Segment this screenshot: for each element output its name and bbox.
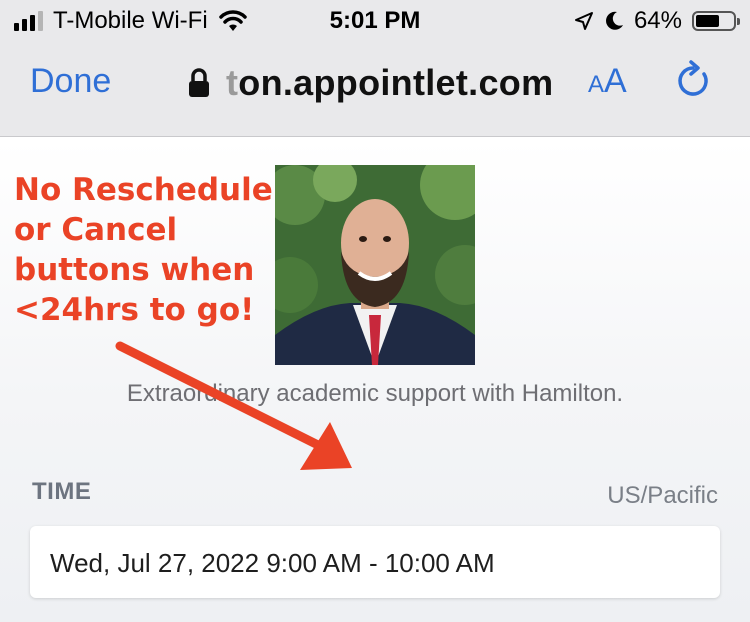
annotation-line: No Reschedule	[14, 172, 273, 208]
timezone-label: US/Pacific	[607, 482, 718, 509]
profile-photo	[275, 165, 475, 365]
location-arrow-icon	[574, 12, 593, 30]
battery-fill	[696, 15, 719, 27]
battery-icon	[692, 11, 740, 31]
page-subtitle: Extraordinary academic support with Hami…	[126, 380, 624, 407]
browser-toolbar: Done ton.appointlet.com AA	[0, 40, 750, 137]
text-size-large-glyph: A	[604, 62, 627, 100]
annotation-line: buttons when	[14, 252, 255, 288]
url-faded-text: t	[226, 62, 239, 103]
annotation-line: or Cancel	[14, 212, 178, 248]
url-domain-text: on.appointlet.com	[238, 62, 554, 103]
text-size-button[interactable]: AA	[588, 62, 627, 101]
appointment-time-card: Wed, Jul 27, 2022 9:00 AM - 10:00 AM	[30, 526, 720, 598]
appointment-time-value: Wed, Jul 27, 2022 9:00 AM - 10:00 AM	[50, 548, 495, 578]
battery-percent: 64%	[633, 7, 682, 34]
text-size-small-glyph: A	[588, 71, 605, 98]
annotation-line: <24hrs to go!	[14, 292, 255, 328]
status-right: 64%	[574, 7, 740, 35]
lock-icon	[189, 68, 209, 97]
reload-icon[interactable]	[674, 60, 712, 102]
time-section-label: TIME	[32, 478, 92, 505]
done-button[interactable]: Done	[30, 62, 111, 101]
annotation-text: No Reschedule or Cancel buttons when <24…	[14, 170, 274, 330]
status-bar: T-Mobile Wi-Fi 5:01 PM 64%	[0, 0, 750, 40]
url-text: ton.appointlet.com	[226, 62, 553, 104]
address-bar[interactable]: ton.appointlet.com	[186, 62, 553, 104]
moon-icon	[606, 11, 623, 30]
